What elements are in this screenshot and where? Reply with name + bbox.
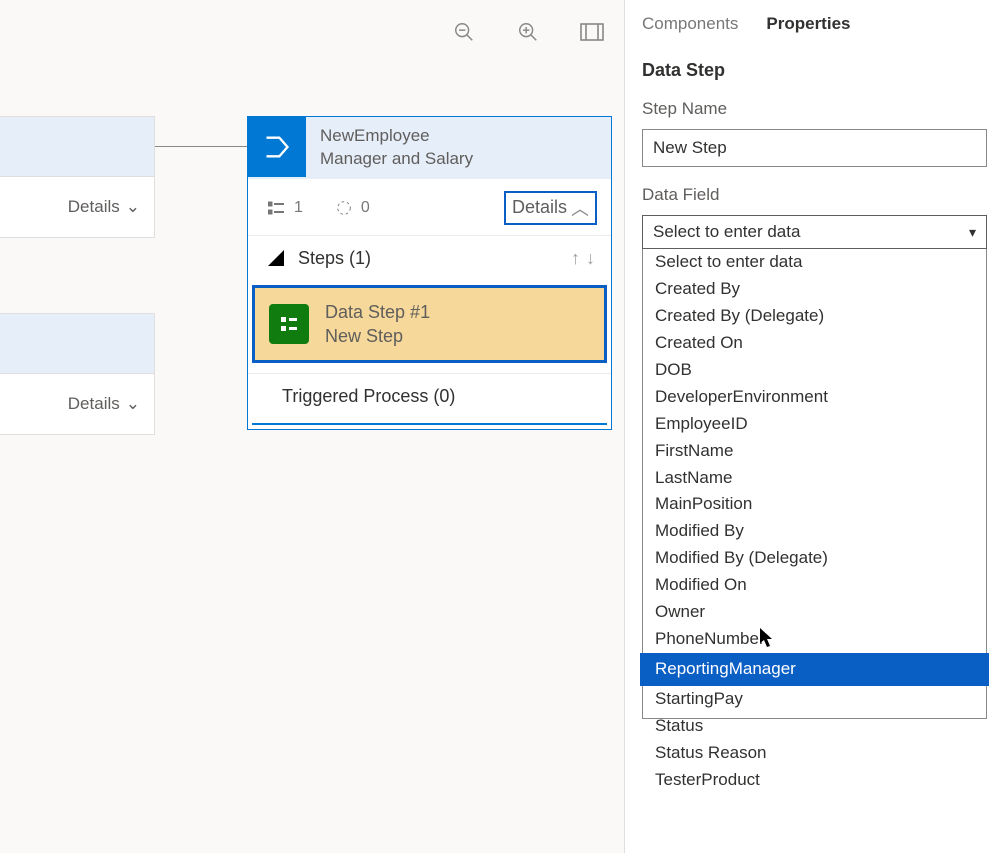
dropdown-option[interactable]: Modified By [643,518,986,545]
step-count-group: 1 [268,199,303,217]
data-step-item[interactable]: Data Step #1 New Step [252,285,607,364]
canvas-area: Details ⌄ Details ⌄ NewEmployee Manager … [0,0,625,853]
upstream-card-2[interactable]: Details ⌄ [0,313,155,435]
panel-section-title: Data Step [642,60,987,81]
dropdown-option[interactable]: PhoneNumber [643,626,986,653]
dropdown-option[interactable]: Created On [643,330,986,357]
step-name-input[interactable] [642,129,987,167]
dropdown-option[interactable]: Status Reason [643,740,986,767]
dropdown-option[interactable]: Created By (Delegate) [643,303,986,330]
upstream-card-1[interactable]: Details ⌄ [0,116,155,238]
dropdown-option[interactable]: Created By [643,276,986,303]
triggered-section-label: Triggered Process (0) [282,386,455,407]
zoom-in-button[interactable] [514,18,542,46]
dropdown-option[interactable]: Owner [643,599,986,626]
fit-screen-button[interactable] [578,18,606,46]
details-label: Details [512,197,567,218]
details-label: Details [68,394,120,414]
dropdown-option[interactable]: EmployeeID [643,411,986,438]
stage-card[interactable]: NewEmployee Manager and Salary 1 0 Detai… [247,116,612,430]
connector-line [155,146,247,147]
chevron-down-icon: ⌄ [126,197,140,217]
stage-icon [248,117,306,177]
zoom-out-button[interactable] [450,18,478,46]
stage-title-line2: Manager and Salary [320,148,473,171]
loop-count-value: 0 [361,199,370,217]
step-count-value: 1 [294,199,303,217]
dropdown-option[interactable]: StartingPay [643,686,986,713]
dropdown-option[interactable]: Modified By (Delegate) [643,545,986,572]
collapse-triangle-icon [268,250,284,266]
tab-properties[interactable]: Properties [766,14,850,34]
arrow-down-icon: ↓ [586,248,595,269]
loop-icon [335,199,353,217]
stage-details-toggle[interactable]: Details ︿ [504,191,597,225]
upstream-card-2-details[interactable]: Details ⌄ [0,374,154,434]
data-field-select[interactable]: Select to enter data ▾ [642,215,987,249]
panel-tabs: Components Properties [642,14,987,34]
chevron-down-icon: ▾ [969,224,976,241]
data-field-dropdown[interactable]: Select to enter dataCreated ByCreated By… [642,249,987,719]
data-step-icon [269,304,309,344]
dropdown-option[interactable]: ReportingManager [640,653,989,686]
card-bottom-accent [252,423,607,425]
tab-components[interactable]: Components [642,14,738,34]
properties-panel: Components Properties Data Step Step Nam… [626,0,1003,853]
stage-header: NewEmployee Manager and Salary [248,117,611,179]
dropdown-option[interactable]: FirstName [643,438,986,465]
chevron-up-icon: ︿ [571,195,589,221]
upstream-card-1-details[interactable]: Details ⌄ [0,177,154,237]
list-icon [268,201,286,215]
stage-metrics-row: 1 0 Details ︿ [248,179,611,236]
dropdown-option[interactable]: LastName [643,465,986,492]
stage-title-line1: NewEmployee [320,125,473,148]
loop-count-group: 0 [335,199,370,217]
data-step-title: Data Step #1 [325,300,430,324]
arrow-up-icon: ↑ [571,248,580,269]
dropdown-option[interactable]: DOB [643,357,986,384]
triggered-section-header[interactable]: Triggered Process (0) [248,373,611,423]
data-step-name: New Step [325,324,430,348]
dropdown-option[interactable]: TesterProduct [643,767,986,794]
data-field-selected-text: Select to enter data [653,222,800,242]
dropdown-option[interactable]: MainPosition [643,491,986,518]
steps-section-label: Steps (1) [298,248,371,269]
details-label: Details [68,197,120,217]
steps-section-header[interactable]: Steps (1) ↑↓ [248,236,611,281]
dropdown-option[interactable]: DeveloperEnvironment [643,384,986,411]
reorder-arrows[interactable]: ↑↓ [571,248,595,269]
chevron-down-icon: ⌄ [126,394,140,414]
step-name-label: Step Name [642,99,987,119]
dropdown-option[interactable]: Modified On [643,572,986,599]
dropdown-option[interactable]: Status [643,713,986,740]
data-field-label: Data Field [642,185,987,205]
canvas-toolbar [450,18,606,46]
dropdown-option[interactable]: Select to enter data [643,249,986,276]
